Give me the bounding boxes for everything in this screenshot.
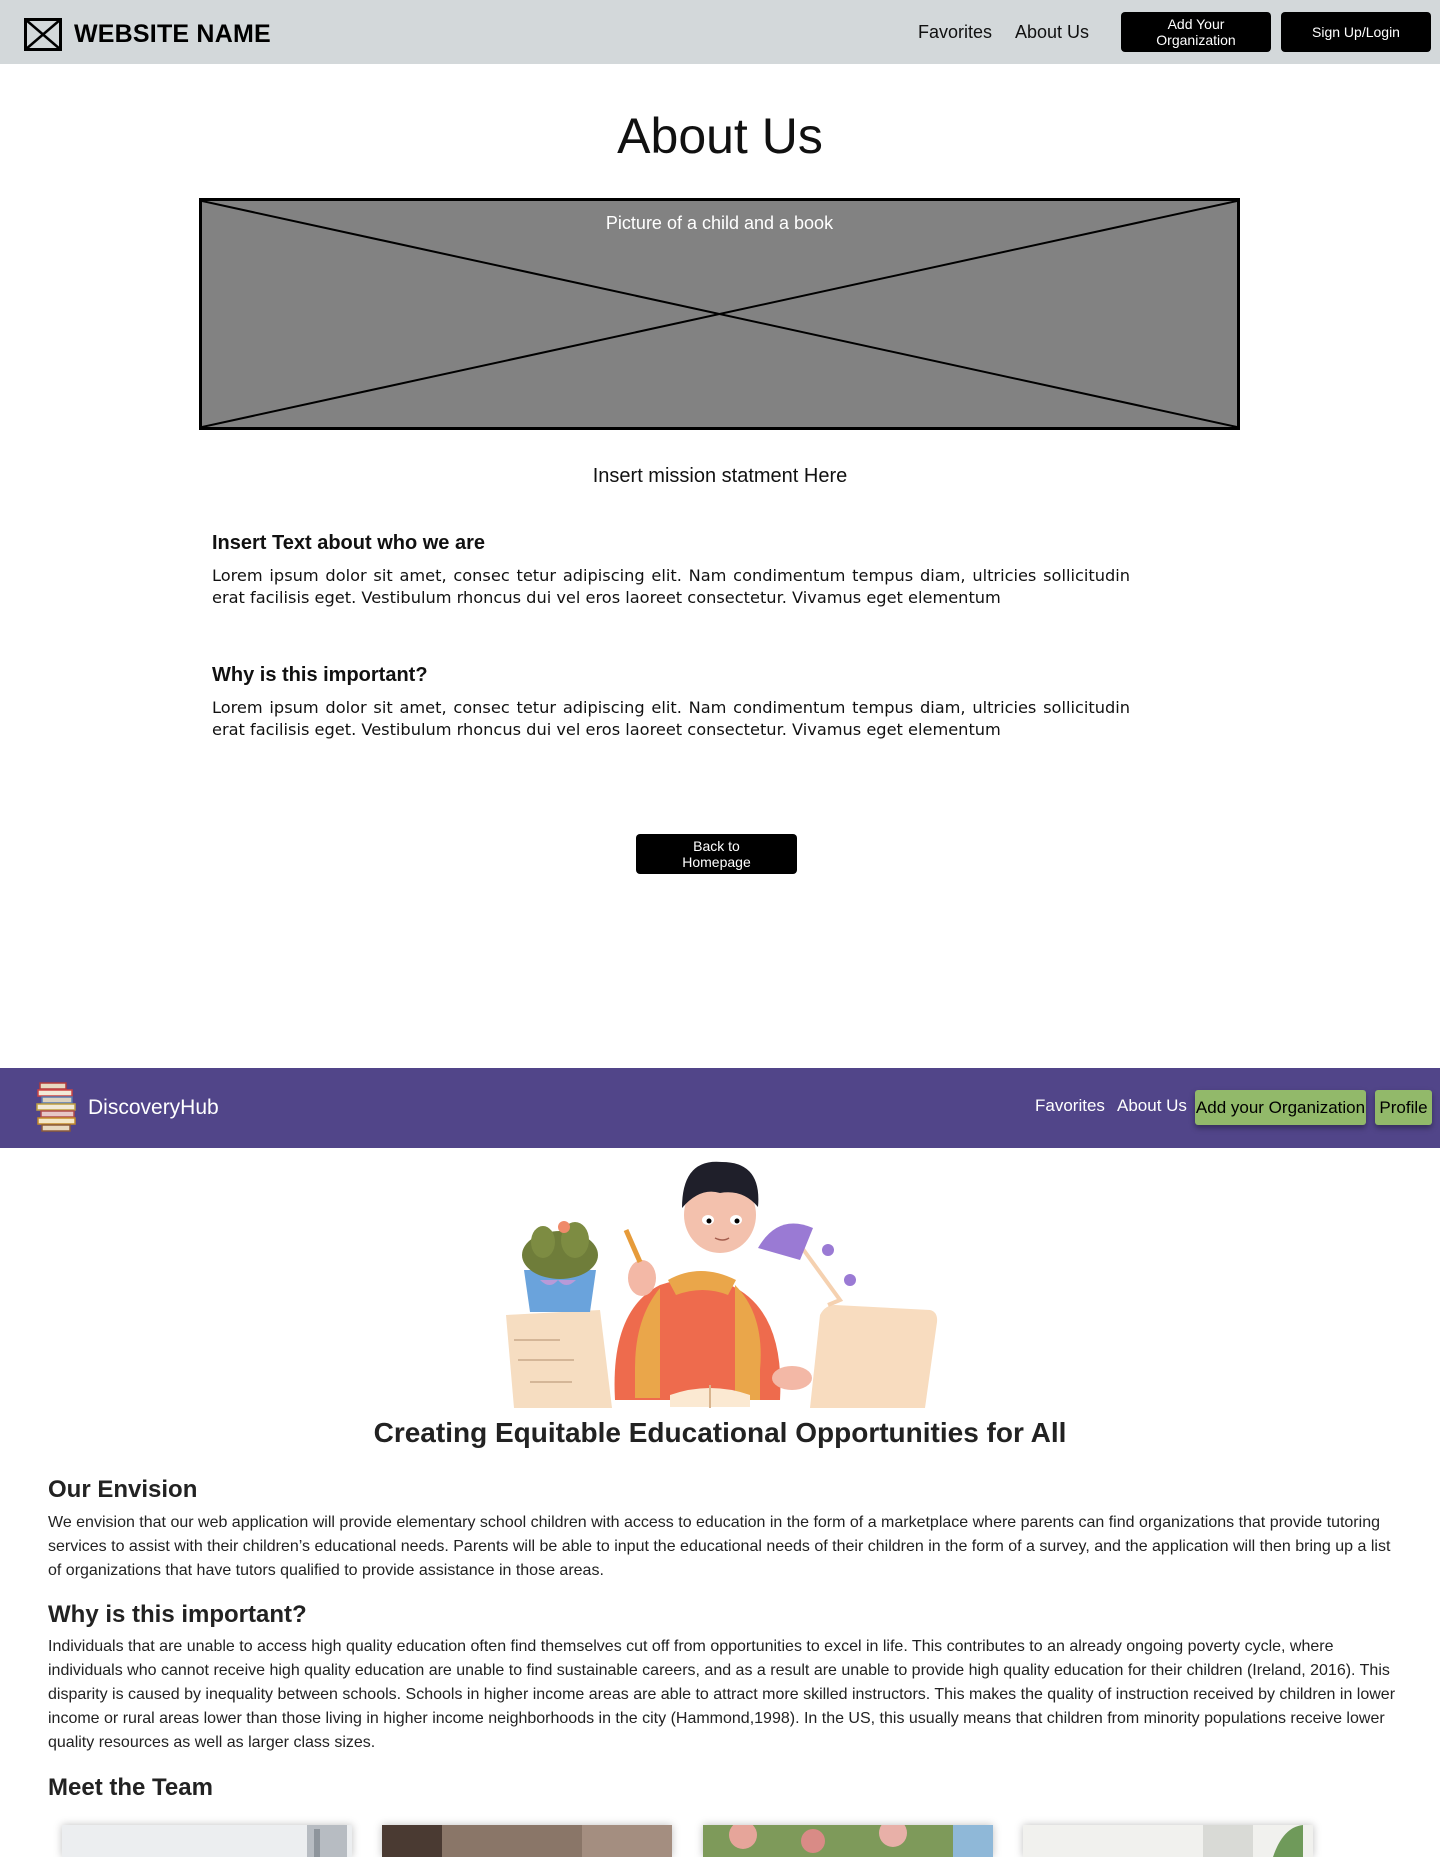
profile-button[interactable]: Profile <box>1375 1090 1432 1125</box>
nav-favorites-link[interactable]: Favorites <box>1035 1096 1105 1116</box>
image-placeholder: Picture of a child and a book <box>199 198 1240 430</box>
who-we-are-heading: Insert Text about who we are <box>212 532 486 554</box>
site-name[interactable]: WEBSITE NAME <box>74 20 271 49</box>
team-heading: Meet the Team <box>48 1774 213 1801</box>
envision-text: We envision that our web application wil… <box>48 1514 1391 1579</box>
team-member-photo[interactable] <box>1023 1825 1313 1857</box>
add-organization-button[interactable]: Add Your Organization <box>1121 12 1271 52</box>
nav-about-link[interactable]: About Us <box>1117 1096 1187 1116</box>
nav-about-link[interactable]: About Us <box>1015 22 1089 43</box>
add-organization-button[interactable]: Add your Organization <box>1195 1090 1366 1125</box>
tagline: Creating Equitable Educational Opportuni… <box>373 1417 1067 1448</box>
signup-login-button[interactable]: Sign Up/Login <box>1281 12 1431 52</box>
importance-heading: Why is this important? <box>212 664 428 686</box>
mission-statement: Insert mission statment Here <box>592 465 848 487</box>
page-title: About Us <box>617 108 823 164</box>
books-stack-icon[interactable] <box>36 1081 80 1135</box>
discoveryhub-navbar: DiscoveryHub Favorites About Us Add your… <box>0 1068 1440 1148</box>
back-to-homepage-button[interactable]: Back to Homepage <box>636 834 797 874</box>
importance-heading-final: Why is this important? <box>48 1601 307 1628</box>
team-member-photo[interactable] <box>382 1825 672 1857</box>
image-caption: Picture of a child and a book <box>605 213 834 233</box>
child-reading-illustration <box>500 1160 945 1410</box>
team-member-photo[interactable] <box>703 1825 993 1857</box>
who-we-are-text: Lorem ipsum dolor sit amet, consec tetur… <box>212 566 1130 607</box>
team-member-photo[interactable] <box>62 1825 352 1857</box>
wireframe-header: WEBSITE NAME Favorites About Us Add Your… <box>0 0 1440 64</box>
importance-text-final: Individuals that are unable to access hi… <box>48 1638 1396 1751</box>
nav-favorites-link[interactable]: Favorites <box>918 22 992 43</box>
envision-heading: Our Envision <box>48 1476 198 1503</box>
importance-text: Lorem ipsum dolor sit amet, consec tetur… <box>212 698 1130 739</box>
brand-name[interactable]: DiscoveryHub <box>88 1096 219 1120</box>
placeholder-image-icon[interactable] <box>24 18 62 51</box>
